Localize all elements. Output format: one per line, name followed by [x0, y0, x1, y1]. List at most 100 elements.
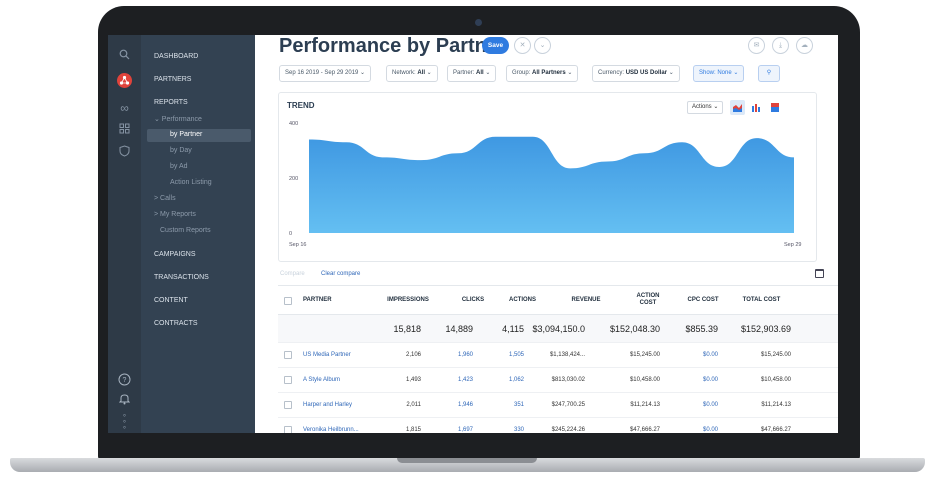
cell-clicks[interactable]: 1,697	[458, 427, 473, 433]
nav-campaigns[interactable]: CAMPAIGNS	[154, 251, 196, 258]
header-impressions[interactable]: IMPRESSIONS	[378, 297, 438, 304]
network-filter[interactable]: Network: All ⌄	[386, 65, 438, 82]
sidebar-nav: DASHBOARD PARTNERS REPORTS ⌄ Performance…	[141, 35, 255, 433]
nav-by-ad[interactable]: by Ad	[170, 163, 188, 170]
cloud-icon[interactable]: ☁	[796, 37, 813, 54]
cell-action-cost: $15,245.00	[629, 352, 660, 358]
cell-clicks[interactable]: 1,960	[458, 352, 473, 358]
download-icon[interactable]: ⤓	[772, 37, 789, 54]
nav-by-partner[interactable]: by Partner	[170, 131, 202, 138]
cell-partner[interactable]: US Media Partner	[303, 352, 351, 358]
y-tick-label: 400	[289, 121, 298, 127]
nav-dashboard[interactable]: DASHBOARD	[154, 53, 198, 60]
group-filter[interactable]: Group: All Partners ⌄	[506, 65, 579, 82]
partner-filter-value: All	[476, 70, 484, 76]
total-actions: 4,115	[502, 324, 524, 334]
total-cpc-cost: $855.39	[685, 324, 718, 334]
compare-link[interactable]: Compare	[280, 271, 305, 277]
show-filter-label: Show: None ⌄	[699, 70, 739, 76]
laptop-notch	[397, 458, 537, 463]
cell-revenue: $245,224.26	[551, 427, 585, 433]
cell-total-cost: $10,458.00	[760, 377, 791, 383]
cell-impressions: 2,011	[406, 402, 421, 408]
cell-actions[interactable]: 1,505	[509, 352, 524, 358]
row-checkbox[interactable]	[284, 401, 292, 409]
row-checkbox[interactable]	[284, 376, 292, 384]
cell-actions[interactable]: 351	[514, 402, 524, 408]
nav-custom-reports[interactable]: Custom Reports	[160, 227, 211, 234]
cell-clicks[interactable]: 1,423	[458, 377, 473, 383]
nav-action-listing[interactable]: Action Listing	[170, 179, 212, 186]
calendar-icon[interactable]	[815, 269, 824, 278]
table-row[interactable]: A Style Album 1,493 1,423 1,062 $813,030.02 $…	[278, 368, 838, 393]
nav-reports[interactable]: REPORTS	[154, 99, 188, 106]
help-icon[interactable]: ?	[117, 373, 132, 388]
nav-content[interactable]: CONTENT	[154, 297, 188, 304]
cell-partner[interactable]: Veronika Heilbrunn...	[303, 427, 359, 433]
table-row[interactable]: Veronika Heilbrunn... 1,815 1,697 330 $245,2…	[278, 418, 838, 433]
cell-actions[interactable]: 1,062	[509, 377, 524, 383]
nav-performance[interactable]: ⌄ Performance	[154, 115, 202, 123]
app-screen: ∞ ? ° ° ° DASHBOARD PARTNERS REPORTS ⌄ Per…	[108, 35, 838, 433]
currency-filter[interactable]: Currency: USD US Dollar ⌄	[592, 65, 680, 82]
search-icon[interactable]	[117, 49, 132, 64]
select-all-checkbox[interactable]	[284, 297, 292, 305]
table-row[interactable]: Harper and Harley 2,011 1,946 351 $247,700.2…	[278, 393, 838, 418]
save-button[interactable]: Save	[482, 37, 509, 54]
table-row[interactable]: US Media Partner 2,106 1,960 1,505 $1,138,42…	[278, 343, 838, 368]
close-icon[interactable]: ✕	[514, 37, 531, 54]
cell-total-cost: $15,245.00	[760, 352, 791, 358]
header-total-cost[interactable]: TOTAL COST	[734, 297, 789, 304]
y-tick-label: 0	[289, 231, 292, 237]
chevron-down-icon[interactable]: ⌄	[534, 37, 551, 54]
cell-action-cost: $47,666.27	[629, 427, 660, 433]
header-clicks[interactable]: CLICKS	[453, 297, 493, 304]
show-filter[interactable]: Show: None ⌄	[693, 65, 745, 82]
cell-cpc-cost[interactable]: $0.00	[703, 377, 718, 383]
nav-by-day[interactable]: by Day	[170, 147, 192, 154]
logo-icon[interactable]	[117, 73, 132, 88]
clear-compare-link[interactable]: Clear compare	[321, 271, 360, 277]
cell-cpc-cost[interactable]: $0.00	[703, 427, 718, 433]
row-checkbox[interactable]	[284, 426, 292, 433]
nav-contracts[interactable]: CONTRACTS	[154, 320, 198, 327]
header-cpc-cost[interactable]: CPC COST	[678, 297, 728, 304]
date-filter[interactable]: Sep 16 2019 - Sep 29 2019 ⌄	[279, 65, 372, 82]
header-revenue[interactable]: REVENUE	[561, 297, 611, 304]
nav-my-reports[interactable]: > My Reports	[154, 211, 196, 218]
svg-text:?: ?	[123, 377, 127, 384]
cell-total-cost: $11,214.13	[761, 402, 791, 408]
row-checkbox[interactable]	[284, 351, 292, 359]
header-partner[interactable]: PARTNER	[303, 297, 332, 304]
total-impressions: 15,818	[393, 324, 421, 334]
shield-icon[interactable]	[117, 145, 132, 160]
x-tick-label: Sep 29	[784, 242, 801, 248]
cell-revenue: $247,700.25	[551, 402, 585, 408]
bell-icon[interactable]	[117, 393, 132, 408]
nav-transactions[interactable]: TRANSACTIONS	[154, 274, 209, 281]
cell-action-cost: $10,458.00	[629, 377, 660, 383]
dots-icon[interactable]: ° ° °	[117, 414, 132, 434]
search-icon[interactable]: ⚲	[758, 65, 780, 82]
partner-filter[interactable]: Partner: All ⌄	[447, 65, 497, 82]
infinity-icon[interactable]: ∞	[117, 101, 132, 116]
currency-filter-value: USD US Dollar	[625, 70, 668, 76]
partner-filter-label: Partner:	[453, 70, 477, 76]
grid-icon[interactable]	[117, 123, 132, 138]
trend-area-series	[309, 136, 794, 233]
header-actions[interactable]: ACTIONS	[500, 297, 545, 304]
network-filter-value: All	[417, 70, 426, 76]
cell-partner[interactable]: Harper and Harley	[303, 402, 352, 408]
nav-calls[interactable]: > Calls	[154, 195, 176, 202]
cell-actions[interactable]: 330	[514, 427, 524, 433]
mail-icon[interactable]: ✉	[748, 37, 765, 54]
total-total-cost: $152,903.69	[740, 324, 791, 334]
header-action-cost[interactable]: ACTION COST	[628, 293, 668, 307]
total-revenue: $3,094,150.0	[532, 324, 585, 334]
cell-cpc-cost[interactable]: $0.00	[703, 352, 718, 358]
nav-partners[interactable]: PARTNERS	[154, 76, 191, 83]
cell-clicks[interactable]: 1,946	[458, 402, 473, 408]
cell-cpc-cost[interactable]: $0.00	[703, 402, 718, 408]
cell-partner[interactable]: A Style Album	[303, 377, 340, 383]
currency-filter-label: Currency:	[598, 70, 626, 76]
